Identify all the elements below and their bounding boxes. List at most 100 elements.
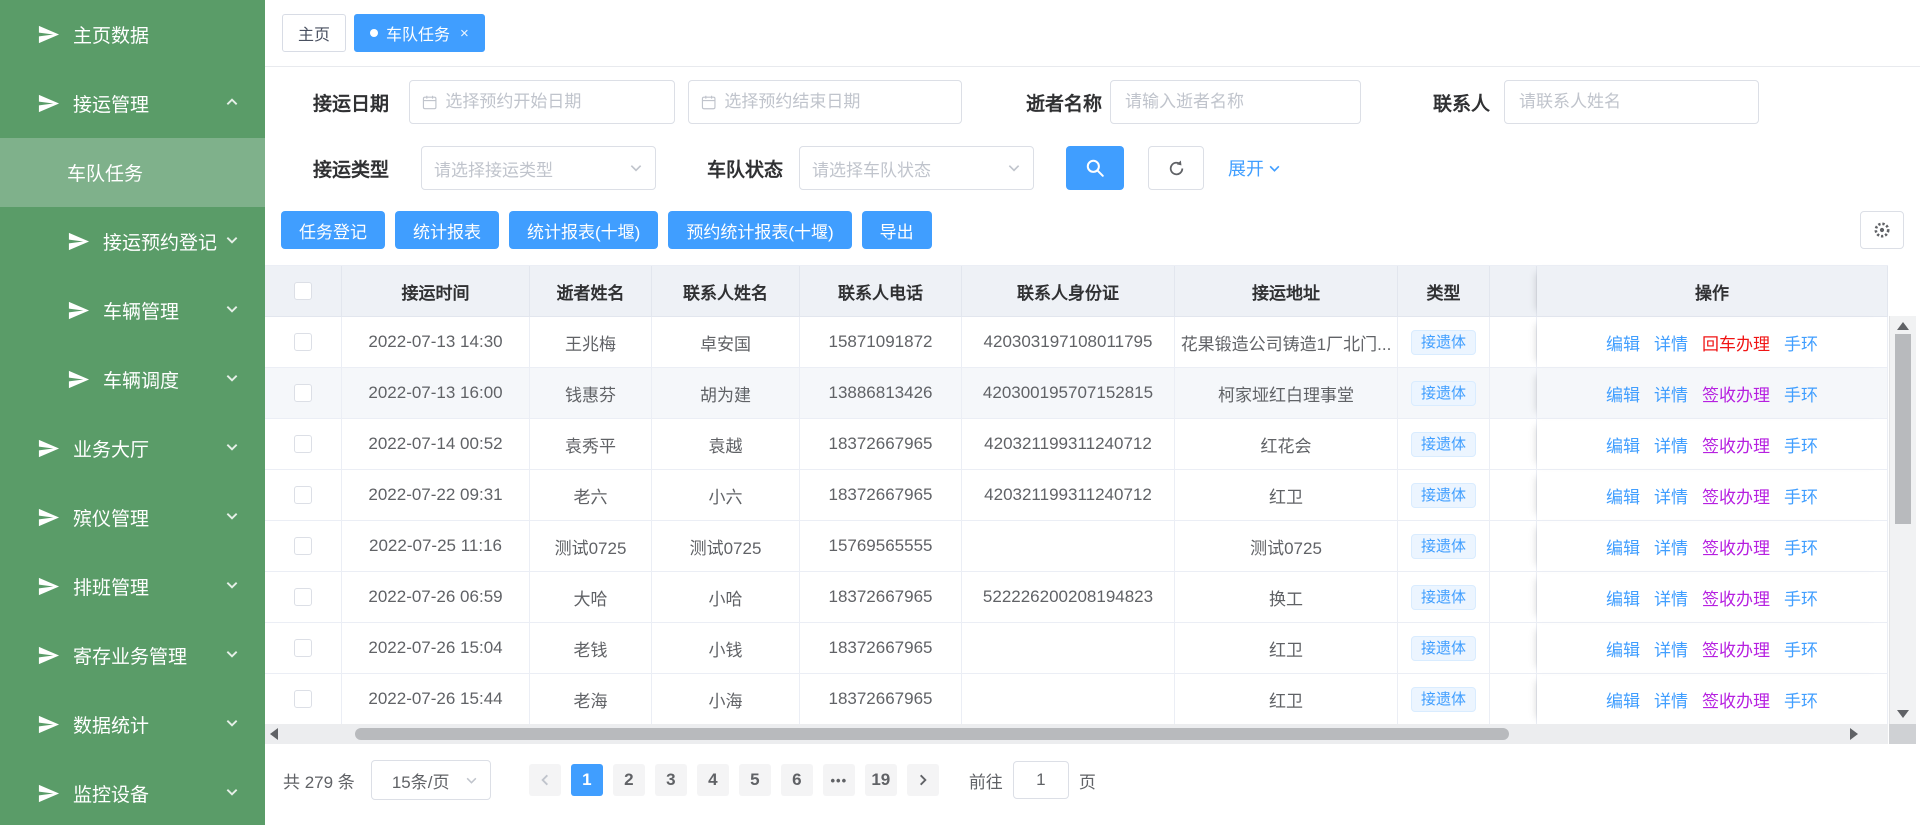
search-button[interactable] [1066, 146, 1124, 190]
page-button[interactable]: 5 [739, 764, 771, 796]
sidebar-item-label: 车辆调度 [103, 366, 179, 393]
sidebar-item-4[interactable]: 车辆管理 [0, 276, 265, 345]
action-link[interactable]: 详情 [1654, 432, 1688, 457]
scroll-up-arrow-icon[interactable] [1897, 322, 1909, 330]
sidebar-item-10[interactable]: 数据统计 [0, 690, 265, 759]
scroll-down-arrow-icon[interactable] [1897, 710, 1909, 718]
sidebar-item-8[interactable]: 排班管理 [0, 552, 265, 621]
sidebar-item-2[interactable]: 车队任务 [0, 138, 265, 207]
action-link[interactable]: 编辑 [1606, 483, 1640, 508]
page-buttons: 123456 ••• 19 [571, 764, 897, 796]
paper-plane-icon [37, 713, 60, 736]
action-link[interactable]: 详情 [1654, 636, 1688, 661]
cell-contact-id: 420321199311240712 [962, 419, 1175, 470]
row-checkbox[interactable] [294, 333, 312, 351]
vertical-scrollbar-thumb[interactable] [1895, 334, 1911, 524]
pickup-type-select[interactable]: 请选择接运类型 [421, 146, 656, 190]
goto-page-input[interactable] [1013, 761, 1069, 799]
action-link[interactable]: 编辑 [1606, 636, 1640, 661]
next-page-button[interactable] [907, 764, 939, 796]
contact-name-input[interactable] [1504, 80, 1759, 124]
row-checkbox[interactable] [294, 639, 312, 657]
action-link[interactable]: 回车办理 [1702, 330, 1770, 355]
action-link[interactable]: 签收办理 [1702, 381, 1770, 406]
close-icon[interactable]: × [460, 26, 469, 41]
page-ellipsis[interactable]: ••• [823, 764, 855, 796]
action-link[interactable]: 详情 [1654, 585, 1688, 610]
page-button[interactable]: 6 [781, 764, 813, 796]
action-link[interactable]: 详情 [1654, 330, 1688, 355]
row-checkbox[interactable] [294, 486, 312, 504]
action-link[interactable]: 详情 [1654, 381, 1688, 406]
horizontal-scrollbar-thumb[interactable] [355, 728, 1509, 740]
page-button[interactable]: 3 [655, 764, 687, 796]
action-link[interactable]: 手环 [1784, 330, 1818, 355]
stats-report-shiyan-button[interactable]: 统计报表(十堰) [509, 211, 658, 249]
start-date-input[interactable] [409, 80, 675, 124]
stats-report-button[interactable]: 统计报表 [395, 211, 499, 249]
action-link[interactable]: 详情 [1654, 534, 1688, 559]
page-button[interactable]: 1 [571, 764, 603, 796]
row-checkbox[interactable] [294, 690, 312, 708]
page-button[interactable]: 4 [697, 764, 729, 796]
tab-home[interactable]: 主页 [282, 14, 346, 52]
action-link[interactable]: 编辑 [1606, 381, 1640, 406]
sidebar-item-0[interactable]: 主页数据 [0, 0, 265, 69]
action-link[interactable]: 编辑 [1606, 585, 1640, 610]
vertical-scrollbar[interactable] [1889, 316, 1916, 724]
action-link[interactable]: 签收办理 [1702, 534, 1770, 559]
action-link[interactable]: 签收办理 [1702, 432, 1770, 457]
fleet-status-select[interactable]: 请选择车队状态 [799, 146, 1034, 190]
paper-plane-icon [37, 92, 60, 115]
action-link[interactable]: 手环 [1784, 432, 1818, 457]
row-checkbox[interactable] [294, 588, 312, 606]
export-button[interactable]: 导出 [862, 211, 932, 249]
column-settings-button[interactable] [1860, 211, 1904, 249]
sidebar-item-3[interactable]: 接运预约登记 [0, 207, 265, 276]
prev-page-button[interactable] [529, 764, 561, 796]
deceased-name-input[interactable] [1110, 80, 1361, 124]
action-link[interactable]: 编辑 [1606, 534, 1640, 559]
row-checkbox[interactable] [294, 384, 312, 402]
action-link[interactable]: 手环 [1784, 534, 1818, 559]
cell-gap [1490, 674, 1537, 725]
action-link[interactable]: 手环 [1784, 636, 1818, 661]
table-row: 2022-07-13 14:30 王兆梅 卓安国 15871091872 420… [265, 317, 1888, 368]
sidebar-item-9[interactable]: 寄存业务管理 [0, 621, 265, 690]
sidebar-item-1[interactable]: 接运管理 [0, 69, 265, 138]
page-size-select[interactable]: 15条/页 [371, 760, 491, 800]
paper-plane-icon [37, 23, 60, 46]
sidebar-item-7[interactable]: 殡仪管理 [0, 483, 265, 552]
action-link[interactable]: 编辑 [1606, 330, 1640, 355]
scroll-right-arrow-icon[interactable] [1850, 728, 1858, 740]
row-checkbox[interactable] [294, 435, 312, 453]
booking-stats-report-shiyan-button[interactable]: 预约统计报表(十堰) [668, 211, 851, 249]
scroll-left-arrow-icon[interactable] [270, 728, 278, 740]
action-link[interactable]: 签收办理 [1702, 687, 1770, 712]
action-link[interactable]: 签收办理 [1702, 636, 1770, 661]
action-link[interactable]: 编辑 [1606, 687, 1640, 712]
action-link[interactable]: 手环 [1784, 687, 1818, 712]
sidebar-item-6[interactable]: 业务大厅 [0, 414, 265, 483]
page-button[interactable]: 2 [613, 764, 645, 796]
action-link[interactable]: 详情 [1654, 483, 1688, 508]
horizontal-scrollbar[interactable] [265, 724, 1888, 744]
end-date-input[interactable] [688, 80, 962, 124]
tab-fleet-tasks[interactable]: 车队任务 × [354, 14, 485, 52]
action-link[interactable]: 编辑 [1606, 432, 1640, 457]
action-link[interactable]: 手环 [1784, 483, 1818, 508]
action-link[interactable]: 签收办理 [1702, 585, 1770, 610]
calendar-icon [701, 94, 716, 111]
page-button[interactable]: 19 [865, 764, 897, 796]
reset-button[interactable] [1148, 146, 1204, 190]
action-link[interactable]: 签收办理 [1702, 483, 1770, 508]
row-checkbox[interactable] [294, 537, 312, 555]
action-link[interactable]: 手环 [1784, 585, 1818, 610]
action-link[interactable]: 详情 [1654, 687, 1688, 712]
task-register-button[interactable]: 任务登记 [281, 211, 385, 249]
action-link[interactable]: 手环 [1784, 381, 1818, 406]
sidebar-item-5[interactable]: 车辆调度 [0, 345, 265, 414]
expand-link[interactable]: 展开 [1228, 155, 1281, 181]
select-all-checkbox[interactable] [294, 282, 312, 300]
sidebar-item-11[interactable]: 监控设备 [0, 759, 265, 825]
